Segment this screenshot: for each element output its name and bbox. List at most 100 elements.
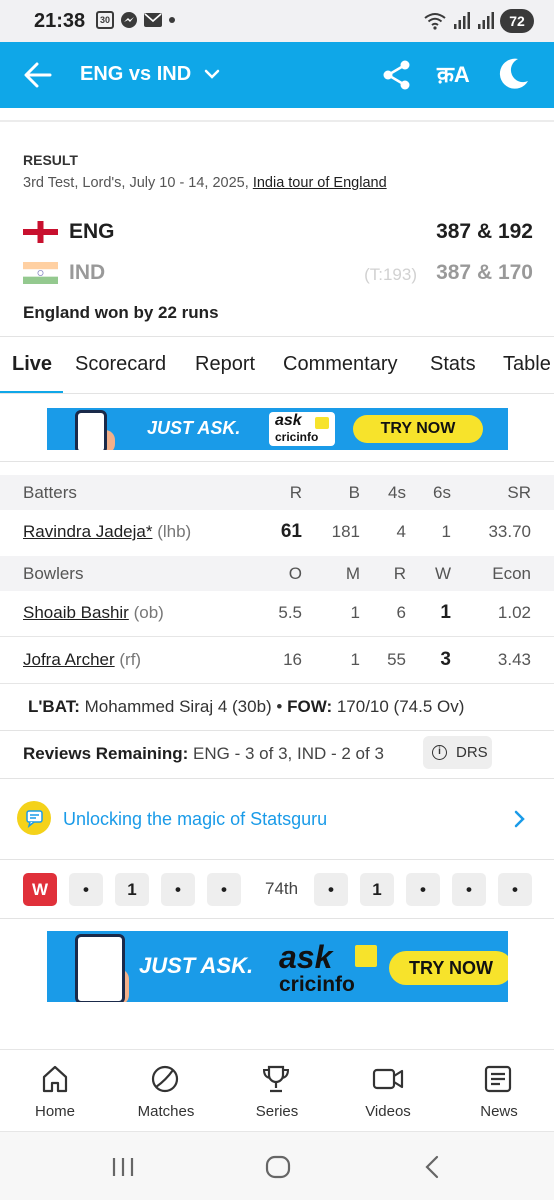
fow-text: 170/10 (74.5 Ov) xyxy=(332,697,465,716)
dark-mode-moon-icon[interactable] xyxy=(498,57,530,91)
last-bat-text: Mohammed Siraj 4 (30b) • xyxy=(79,697,288,716)
bowler-wickets: 1 xyxy=(440,602,451,623)
nav-label: Series xyxy=(255,1103,299,1120)
nav-series[interactable]: Series xyxy=(222,1050,332,1132)
ball-chip[interactable]: • xyxy=(69,873,103,906)
bowler-overs: 5.5 xyxy=(278,603,302,622)
nav-label: Home xyxy=(34,1103,75,1120)
bowler-name[interactable]: Jofra Archer (rf) xyxy=(23,650,141,670)
table-row[interactable]: Jofra Archer (rf) 16 1 55 3 3.43 xyxy=(0,637,554,684)
dot-icon xyxy=(169,17,175,23)
ad-phone-graphic xyxy=(75,410,107,450)
chevron-right-icon[interactable] xyxy=(514,810,526,828)
batter-sixes: 1 xyxy=(441,522,451,541)
tab-report[interactable]: Report xyxy=(195,353,255,376)
bowler-economy: 3.43 xyxy=(497,650,531,669)
statsguru-chat-icon xyxy=(17,801,51,835)
ball-chip[interactable]: • xyxy=(498,873,532,906)
player-name[interactable]: Ravindra Jadeja* xyxy=(23,522,152,541)
recent-apps-icon[interactable] xyxy=(111,1156,135,1178)
ball-chip[interactable]: • xyxy=(452,873,486,906)
system-navigation-bar xyxy=(0,1131,554,1200)
news-icon xyxy=(484,1065,512,1093)
table-row[interactable]: Ravindra Jadeja* (lhb) 61 181 4 1 33.70 xyxy=(0,509,554,556)
last-bat-label: L'BAT: xyxy=(28,697,80,716)
nav-matches[interactable]: Matches xyxy=(111,1050,221,1132)
nav-home[interactable]: Home xyxy=(0,1050,110,1132)
team-name: ENG xyxy=(69,220,115,243)
england-flag-icon xyxy=(23,221,58,243)
signal-icon-2 xyxy=(478,12,494,29)
wifi-icon xyxy=(424,13,446,30)
bowling-style: (ob) xyxy=(133,603,164,622)
ad-banner-top[interactable]: JUST ASK. ask cricinfo TRY NOW xyxy=(47,408,508,450)
system-icons: 72 xyxy=(424,9,534,33)
ball-chip[interactable]: • xyxy=(406,873,440,906)
tab-commentary[interactable]: Commentary xyxy=(283,353,397,376)
tab-live[interactable]: Live xyxy=(12,353,52,376)
bowler-name[interactable]: Shoaib Bashir (ob) xyxy=(23,603,164,623)
player-name[interactable]: Jofra Archer xyxy=(23,650,115,669)
nav-news[interactable]: News xyxy=(444,1050,554,1132)
status-time: 21:38 xyxy=(34,10,86,32)
col-overs: O xyxy=(288,564,302,583)
team-row-eng: ENG 387 & 192 xyxy=(23,217,533,247)
ball-chip[interactable]: 1 xyxy=(115,873,149,906)
tab-table[interactable]: Table xyxy=(503,353,551,376)
series-link[interactable]: India tour of England xyxy=(253,175,387,191)
player-name[interactable]: Shoaib Bashir xyxy=(23,603,129,622)
ad-logo-ask: ask xyxy=(279,939,333,975)
result-summary: England won by 22 runs xyxy=(23,303,219,322)
nav-label: Matches xyxy=(137,1103,195,1120)
language-toggle[interactable]: क़A xyxy=(437,59,470,89)
ball-icon xyxy=(151,1065,179,1093)
bowler-wickets: 3 xyxy=(440,649,451,670)
tab-stats[interactable]: Stats xyxy=(430,353,476,376)
table-row[interactable]: Shoaib Bashir (ob) 5.5 1 6 1 1.02 xyxy=(0,590,554,637)
bottom-navigation: Home Matches Series Videos News xyxy=(0,1049,554,1131)
share-icon[interactable] xyxy=(382,59,412,91)
ad-banner-bottom[interactable]: JUST ASK. ask cricinfo TRY NOW xyxy=(47,931,508,1002)
statsguru-banner[interactable]: Unlocking the magic of Statsguru xyxy=(0,779,554,859)
ad-try-now-button[interactable]: TRY NOW xyxy=(389,951,508,985)
fow-label: FOW: xyxy=(287,697,333,716)
nav-label: News xyxy=(480,1103,518,1120)
col-strike-rate: SR xyxy=(507,483,531,502)
ad-logo-cricinfo: cricinfo xyxy=(275,430,319,444)
back-icon[interactable] xyxy=(424,1155,440,1179)
col-economy: Econ xyxy=(492,564,531,583)
ad-try-now-button[interactable]: TRY NOW xyxy=(353,415,483,443)
divider xyxy=(0,120,554,122)
bowling-style: (rf) xyxy=(119,650,142,669)
statsguru-text[interactable]: Unlocking the magic of Statsguru xyxy=(63,809,327,830)
notification-icons: 30 xyxy=(96,11,176,29)
ball-chip[interactable]: W xyxy=(23,873,57,906)
chevron-down-icon[interactable] xyxy=(204,69,220,79)
ad-cricinfo-logo: ask cricinfo xyxy=(269,412,335,446)
over-label: 74th xyxy=(265,879,299,898)
back-arrow-icon[interactable] xyxy=(24,62,52,88)
match-description: 3rd Test, Lord's, July 10 - 14, 2025, In… xyxy=(23,175,387,191)
ad-phone-graphic xyxy=(75,934,125,1002)
ball-chip[interactable]: • xyxy=(314,873,348,906)
ball-chip[interactable]: 1 xyxy=(360,873,394,906)
result-label: RESULT xyxy=(23,152,78,168)
tab-scorecard[interactable]: Scorecard xyxy=(75,353,166,376)
ball-chip[interactable]: • xyxy=(207,873,241,906)
ball-chip[interactable]: • xyxy=(161,873,195,906)
home-button-icon[interactable] xyxy=(265,1155,291,1179)
signal-icon-1 xyxy=(454,12,470,29)
team-name: IND xyxy=(69,261,106,284)
match-title[interactable]: ENG vs IND xyxy=(80,63,191,86)
drs-button[interactable]: i DRS xyxy=(423,736,492,769)
batters-header: Batters R B 4s 6s SR xyxy=(0,475,554,510)
ball-timeline[interactable]: W • 1 • • 74th • 1 • • • xyxy=(0,860,554,918)
battery-indicator: 72 xyxy=(500,9,534,33)
batter-name[interactable]: Ravindra Jadeja* (lhb) xyxy=(23,522,191,542)
drs-label: DRS xyxy=(456,744,488,761)
bowler-overs: 16 xyxy=(283,650,302,669)
team-score: 387 & 192 xyxy=(436,220,533,243)
nav-videos[interactable]: Videos xyxy=(333,1050,443,1132)
reviews-label: Reviews Remaining: xyxy=(23,744,189,763)
home-icon xyxy=(42,1065,68,1093)
